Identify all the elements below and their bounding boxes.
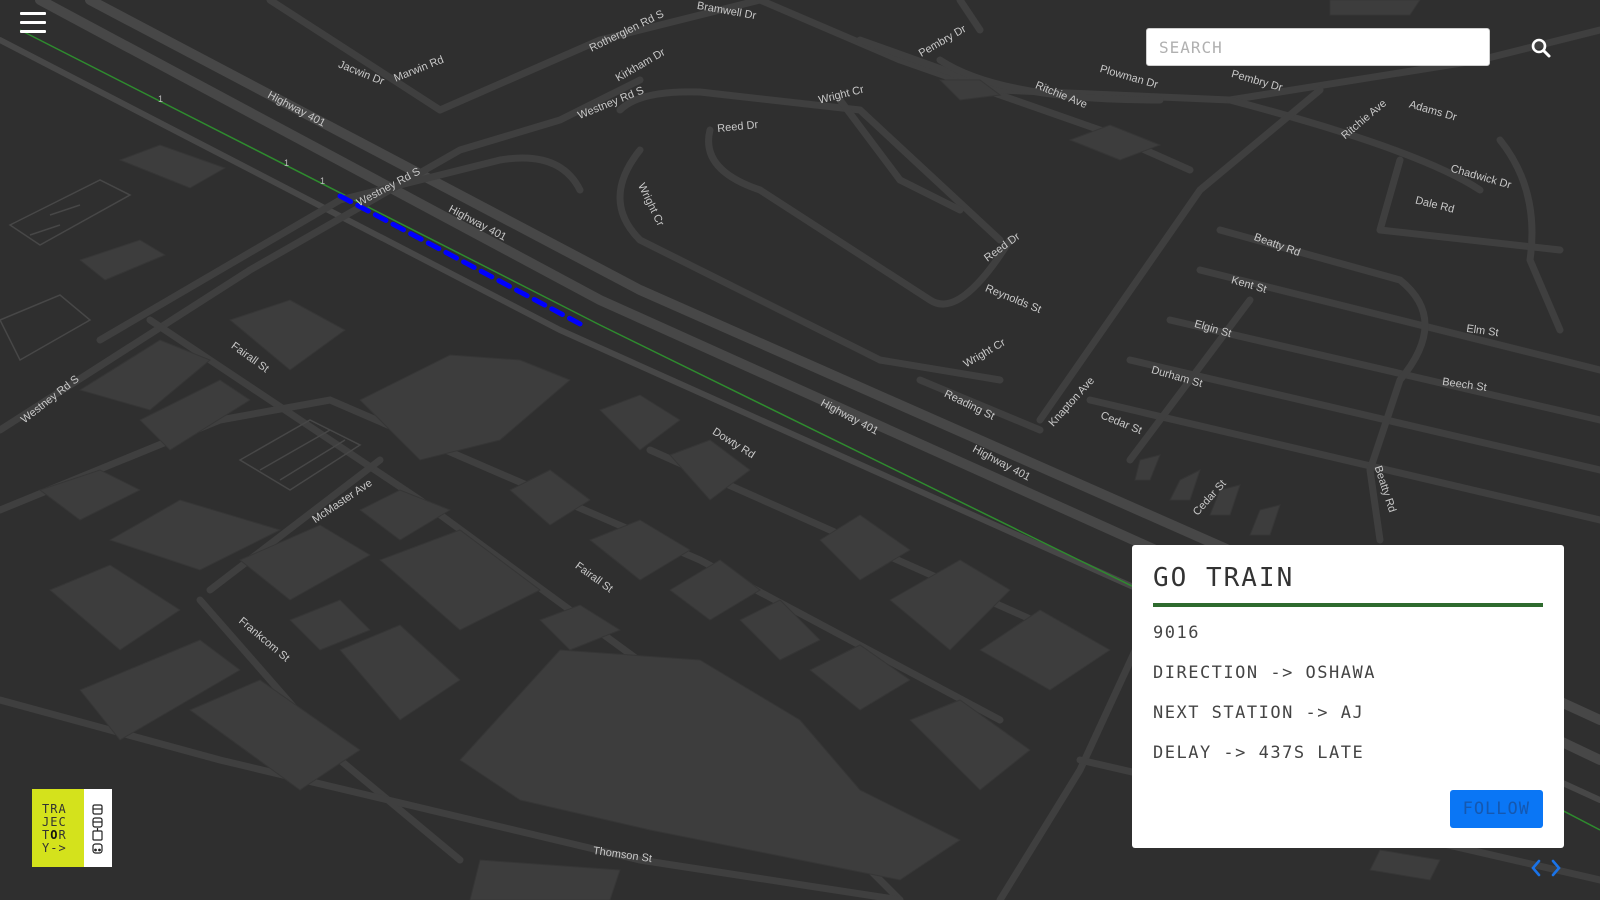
next-station-text: NEXT STATION -> AJ [1153,703,1365,723]
svg-text:1: 1 [158,94,163,104]
chevron-left-icon[interactable] [1528,858,1544,878]
bus-icon [92,804,103,815]
vehicle-info-card: GO TRAIN 9016 DIRECTION -> OSHAWA NEXT S… [1132,545,1564,848]
logo-vehicle-icons [84,789,112,867]
logo-wordmark: TRA JEC TOR Y-> [32,789,84,867]
trajectory-logo: TRA JEC TOR Y-> [32,789,112,867]
search-icon[interactable] [1530,37,1552,59]
search-input[interactable] [1147,29,1489,65]
svg-text:1: 1 [284,158,289,168]
card-pager [1528,858,1568,878]
direction-text: DIRECTION -> OSHAWA [1153,663,1376,683]
train-icon [92,817,103,828]
follow-button[interactable]: FOLLOW [1449,790,1543,828]
streetcar-icon [92,828,103,841]
chevron-right-icon[interactable] [1548,858,1564,878]
search-field[interactable] [1146,28,1490,66]
hamburger-menu-icon[interactable] [20,12,46,34]
subway-icon [92,843,103,854]
vehicle-id: 9016 [1153,623,1200,643]
logo-line: Y-> [42,841,67,855]
card-title: GO TRAIN [1153,563,1543,607]
svg-text:1: 1 [320,176,325,186]
delay-text: DELAY -> 437S LATE [1153,743,1365,763]
